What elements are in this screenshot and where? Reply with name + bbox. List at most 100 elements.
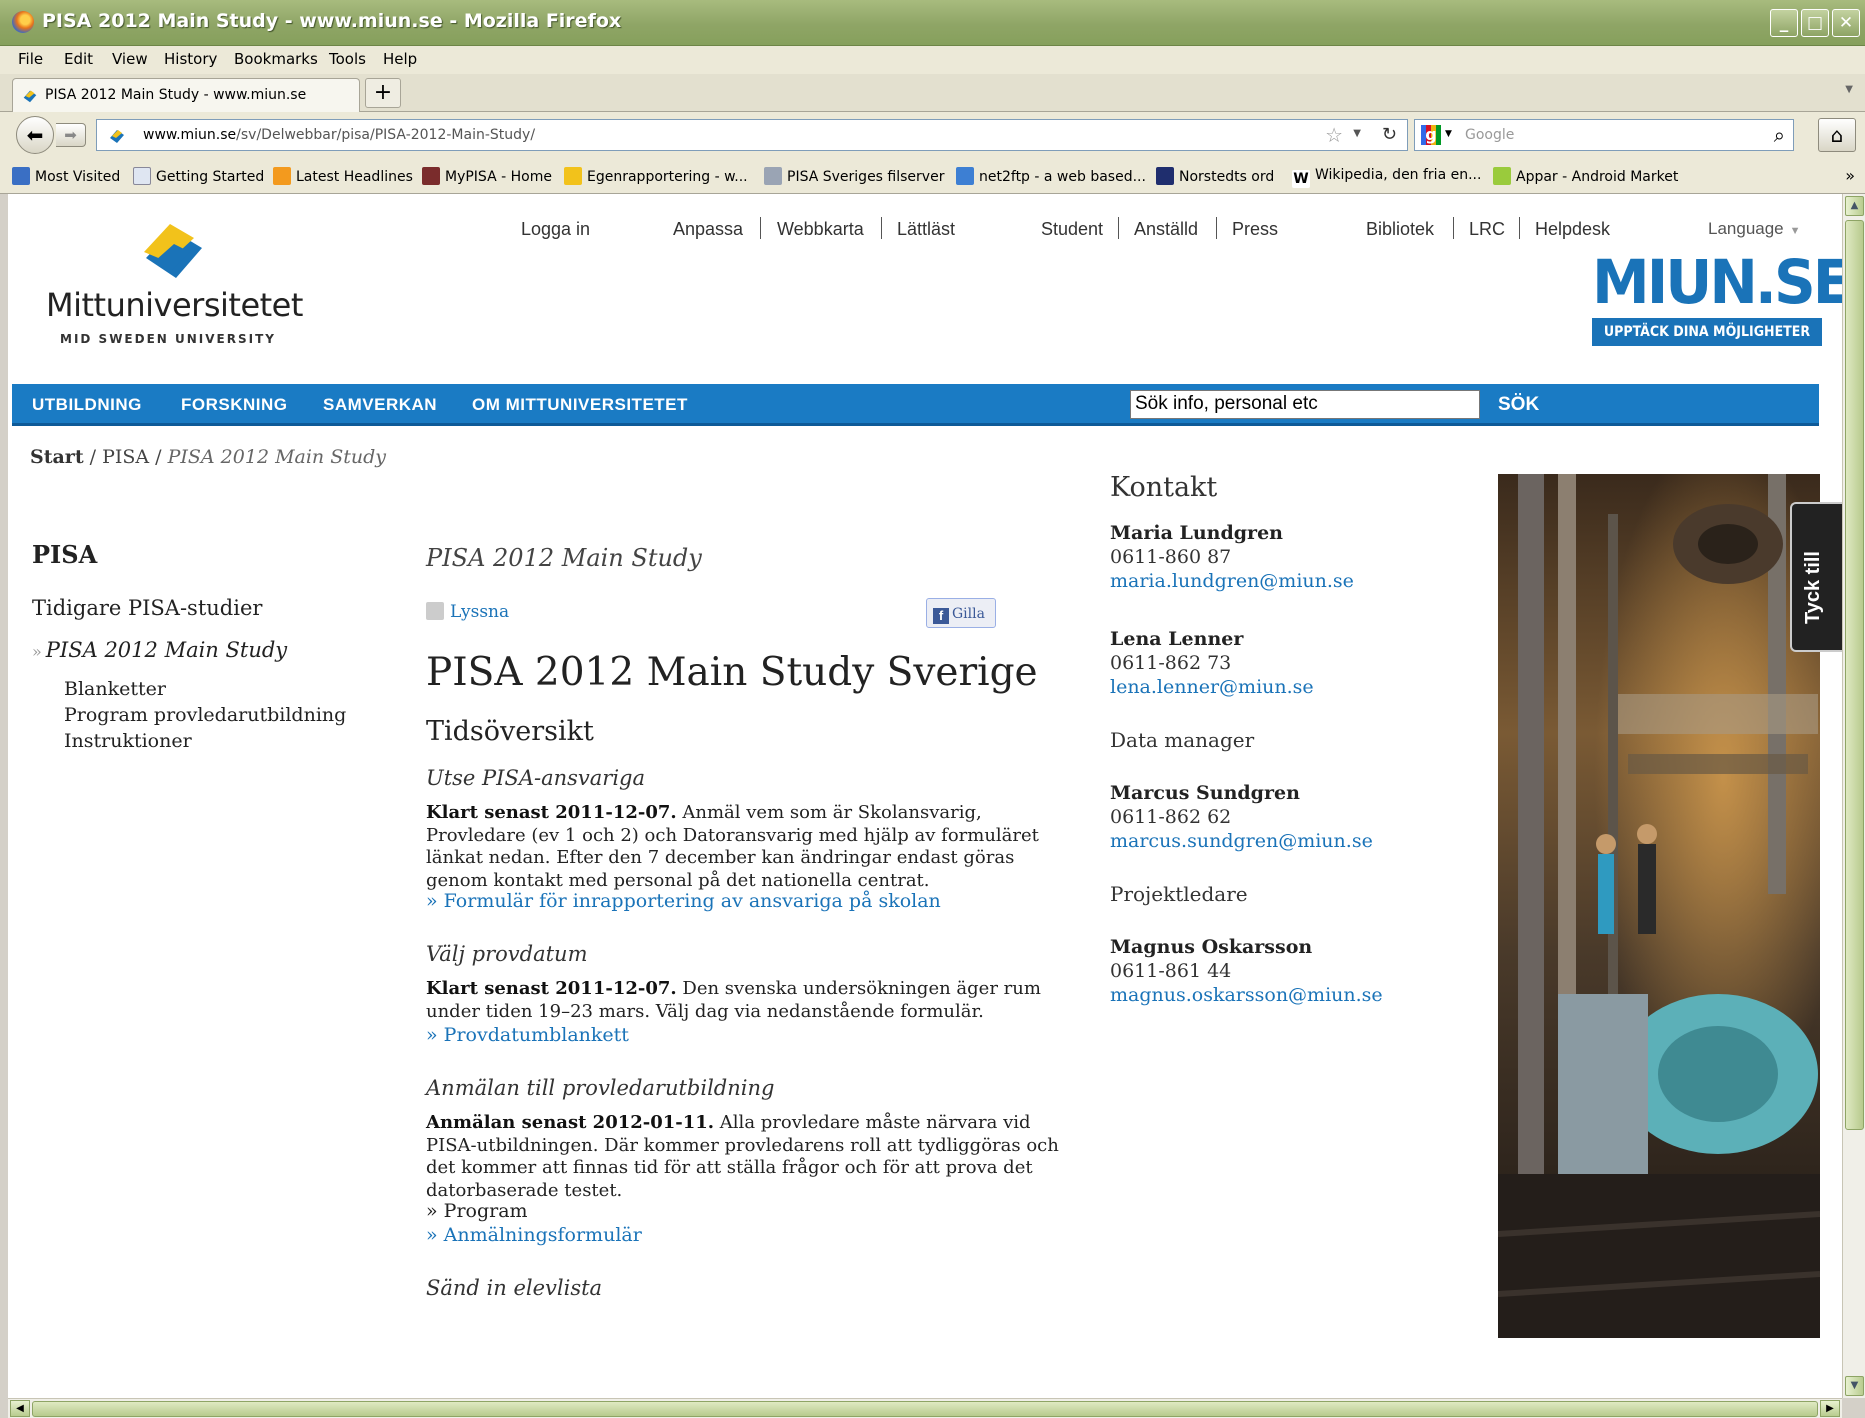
- listen-button[interactable]: Lyssna: [426, 602, 509, 622]
- maximize-button[interactable]: □: [1801, 9, 1829, 37]
- forward-button[interactable]: ➡: [56, 123, 86, 147]
- vertical-scrollbar[interactable]: ▲ ▼: [1842, 194, 1865, 1398]
- sidebar-item-instruktioner[interactable]: Instruktioner: [64, 730, 192, 752]
- search-magnifier-icon[interactable]: ⌕: [1774, 123, 1785, 147]
- menu-help[interactable]: Help: [383, 50, 417, 68]
- h-scroll-thumb[interactable]: [32, 1401, 1818, 1417]
- link-webbkarta[interactable]: Webbkarta: [777, 219, 864, 240]
- menu-history[interactable]: History: [164, 50, 217, 68]
- sidebar-item-program[interactable]: Program provledarutbildning: [64, 704, 346, 726]
- menu-bookmarks[interactable]: Bookmarks: [234, 50, 318, 68]
- bookmark-getting-started[interactable]: Getting Started: [133, 167, 264, 185]
- contact-phone: 0611-861 44: [1110, 960, 1232, 982]
- link-provdatumblankett[interactable]: » Provdatumblankett: [426, 1024, 629, 1046]
- list-tabs-icon[interactable]: ▼: [1845, 84, 1853, 95]
- wikipedia-icon: W: [1292, 170, 1310, 188]
- menu-edit[interactable]: Edit: [64, 50, 93, 68]
- scroll-left-icon[interactable]: ◀: [10, 1400, 30, 1417]
- contact-phone: 0611-862 73: [1110, 652, 1232, 674]
- bookmark-norstedts[interactable]: Norstedts ord: [1156, 167, 1274, 185]
- mittuniversitetet-logo-icon[interactable]: [142, 222, 206, 284]
- like-label: Gilla: [952, 606, 985, 622]
- url-bar[interactable]: www.miun.se/sv/Delwebbar/pisa/PISA-2012-…: [96, 119, 1408, 151]
- link-lattlast[interactable]: Lättläst: [897, 219, 955, 240]
- nav-utbildning[interactable]: UTBILDNING: [32, 395, 142, 415]
- facebook-like-button[interactable]: f Gilla: [926, 598, 996, 628]
- breadcrumb-pisa[interactable]: PISA: [102, 446, 149, 468]
- menu-view[interactable]: View: [112, 50, 148, 68]
- more-bookmarks-chevron-icon[interactable]: »: [1845, 166, 1855, 185]
- search-bar[interactable]: g ▼ Google ⌕: [1414, 119, 1794, 151]
- site-search-button[interactable]: SÖK: [1498, 394, 1539, 416]
- paragraph: Anmälan senast 2012-01-11. Alla provleda…: [426, 1112, 1059, 1201]
- sidebar-item-active[interactable]: » PISA 2012 Main Study: [32, 638, 287, 662]
- link-anstalld[interactable]: Anställd: [1134, 219, 1198, 240]
- url-history-dropdown-icon[interactable]: ▼: [1353, 128, 1361, 139]
- breadcrumb-start[interactable]: Start: [30, 446, 84, 468]
- language-selector[interactable]: Language ▼: [1708, 219, 1801, 239]
- nav-forskning[interactable]: FORSKNING: [181, 395, 288, 415]
- facebook-icon: f: [933, 608, 949, 624]
- bookmark-star-icon[interactable]: ☆: [1325, 123, 1343, 147]
- scroll-up-icon[interactable]: ▲: [1845, 196, 1864, 216]
- scroll-down-icon[interactable]: ▼: [1845, 1376, 1864, 1396]
- contact-email[interactable]: marcus.sundgren@miun.se: [1110, 830, 1373, 852]
- link-student[interactable]: Student: [1041, 219, 1103, 240]
- bookmark-net2ftp[interactable]: net2ftp - a web based...: [956, 167, 1146, 185]
- paragraph: Klart senast 2011-12-07. Den svenska und…: [426, 978, 1041, 1022]
- miun-se-logo[interactable]: MIUN.SE: [1592, 246, 1842, 317]
- menu-tools[interactable]: Tools: [329, 50, 366, 68]
- bookmark-wikipedia[interactable]: W Wikipedia, den fria en...: [1292, 167, 1481, 188]
- link-helpdesk[interactable]: Helpdesk: [1535, 219, 1610, 240]
- subsection-title: Anmälan till provledarutbildning: [426, 1076, 775, 1100]
- back-button[interactable]: ⬅: [16, 116, 54, 154]
- mypisa-icon: [422, 167, 440, 185]
- subsection-title: Sänd in elevlista: [426, 1276, 603, 1300]
- language-label: Language: [1708, 219, 1784, 238]
- horizontal-scrollbar[interactable]: ◀ ▶: [8, 1398, 1842, 1418]
- window-titlebar: PISA 2012 Main Study - www.miun.se - Moz…: [0, 0, 1865, 46]
- link-anmalningsformular[interactable]: » Anmälningsformulär: [426, 1224, 642, 1246]
- engine-dropdown-icon[interactable]: ▼: [1445, 129, 1452, 139]
- contact-email[interactable]: lena.lenner@miun.se: [1110, 676, 1314, 698]
- link-bibliotek[interactable]: Bibliotek: [1366, 219, 1434, 240]
- nav-om-mittuniversitetet[interactable]: OM MITTUNIVERSITETET: [472, 395, 688, 415]
- link-logga-in[interactable]: Logga in: [521, 219, 590, 240]
- sidebar-item-tidigare[interactable]: Tidigare PISA-studier: [32, 596, 262, 620]
- scroll-right-icon[interactable]: ▶: [1820, 1400, 1840, 1417]
- bookmark-android-market[interactable]: Appar - Android Market: [1493, 167, 1678, 185]
- link-lrc[interactable]: LRC: [1469, 219, 1505, 240]
- bookmark-latest-headlines[interactable]: Latest Headlines: [273, 167, 413, 185]
- bookmark-most-visited[interactable]: Most Visited: [12, 167, 120, 185]
- contact-name: Maria Lundgren: [1110, 522, 1283, 544]
- divider: [1519, 217, 1520, 239]
- contact-email[interactable]: maria.lundgren@miun.se: [1110, 570, 1354, 592]
- feedback-tab[interactable]: Tyck till: [1790, 502, 1842, 652]
- sidebar-item-blanketter[interactable]: Blanketter: [64, 678, 166, 700]
- site-identity-icon[interactable]: [107, 126, 127, 146]
- logo-name[interactable]: Mittuniversitetet: [46, 286, 303, 324]
- bookmark-egenrapportering[interactable]: Egenrapportering - w...: [564, 167, 748, 185]
- scroll-thumb[interactable]: [1845, 220, 1864, 1130]
- contact-email[interactable]: magnus.oskarsson@miun.se: [1110, 984, 1383, 1006]
- close-button[interactable]: ✕: [1832, 9, 1860, 37]
- bookmark-pisa-filserver[interactable]: PISA Sveriges filserver: [764, 167, 944, 185]
- link-anpassa[interactable]: Anpassa: [673, 219, 743, 240]
- minimize-button[interactable]: _: [1770, 9, 1798, 37]
- section-heading[interactable]: PISA: [32, 540, 97, 569]
- menu-file[interactable]: File: [18, 50, 43, 68]
- google-engine-icon[interactable]: g: [1421, 125, 1441, 145]
- home-button[interactable]: ⌂: [1818, 118, 1856, 152]
- search-placeholder: Google: [1465, 127, 1515, 143]
- link-formular-ansvariga[interactable]: » Formulär för inrapportering av ansvari…: [426, 890, 941, 912]
- tab-pisa[interactable]: PISA 2012 Main Study - www.miun.se: [12, 78, 360, 112]
- new-tab-button[interactable]: +: [365, 78, 401, 108]
- site-search-input[interactable]: Sök info, personal etc: [1130, 390, 1480, 419]
- link-press[interactable]: Press: [1232, 219, 1278, 240]
- reload-icon[interactable]: ↻: [1382, 124, 1397, 145]
- breadcrumb-separator: /: [83, 446, 103, 468]
- bookmark-mypisa[interactable]: MyPISA - Home: [422, 167, 552, 185]
- nav-samverkan[interactable]: SAMVERKAN: [323, 395, 437, 415]
- android-market-icon: [1493, 167, 1511, 185]
- url-text[interactable]: www.miun.se/sv/Delwebbar/pisa/PISA-2012-…: [143, 127, 535, 143]
